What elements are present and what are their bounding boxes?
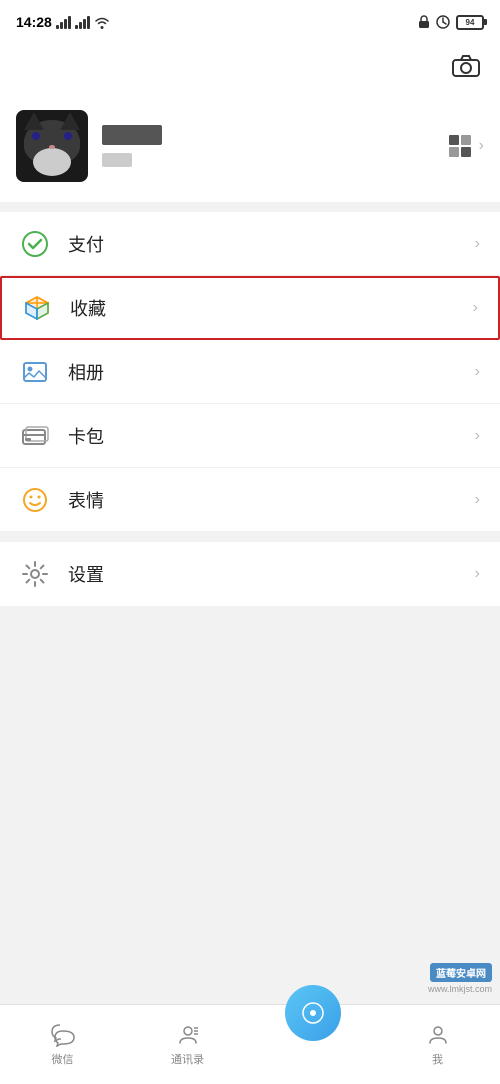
emoji-icon bbox=[20, 485, 50, 515]
lock-icon bbox=[418, 15, 430, 29]
settings-chevron: › bbox=[475, 565, 480, 583]
status-time: 14:28 bbox=[16, 14, 110, 30]
contacts-label: 通讯录 bbox=[171, 1051, 204, 1067]
favorites-label: 收藏 bbox=[70, 295, 106, 321]
menu-list: 支付 › 收藏 › bbox=[0, 212, 500, 606]
favorites-chevron: › bbox=[473, 299, 478, 317]
me-label: 我 bbox=[432, 1051, 443, 1067]
profile-area[interactable]: › bbox=[0, 94, 500, 202]
profile-chevron: › bbox=[479, 137, 484, 155]
battery-icon: 94 bbox=[456, 15, 484, 30]
nav-item-me[interactable]: 我 bbox=[375, 1005, 500, 1084]
watermark-url: www.lmkjst.com bbox=[428, 984, 492, 994]
chat-icon bbox=[50, 1023, 76, 1047]
wechat-label: 微信 bbox=[52, 1051, 74, 1067]
menu-item-cards-left: 卡包 bbox=[20, 421, 104, 451]
menu-item-cards[interactable]: 卡包 › bbox=[0, 404, 500, 468]
me-icon bbox=[426, 1023, 450, 1047]
camera-area bbox=[0, 44, 500, 94]
profile-left bbox=[16, 110, 162, 182]
menu-item-emoji-left: 表情 bbox=[20, 485, 104, 515]
emoji-chevron: › bbox=[475, 491, 480, 509]
watermark-logo: 蓝莓安卓网 bbox=[430, 963, 492, 982]
menu-item-emoji[interactable]: 表情 › bbox=[0, 468, 500, 532]
cards-chevron: › bbox=[475, 427, 480, 445]
favorites-icon bbox=[22, 293, 52, 323]
emoji-label: 表情 bbox=[68, 487, 104, 513]
profile-info bbox=[102, 125, 162, 167]
menu-item-album-left: 相册 bbox=[20, 357, 104, 387]
nav-item-contacts[interactable]: 通讯录 bbox=[125, 1005, 250, 1084]
nav-item-wechat[interactable]: 微信 bbox=[0, 1005, 125, 1084]
signal-icon bbox=[56, 15, 71, 29]
pay-icon bbox=[20, 229, 50, 259]
album-icon bbox=[20, 357, 50, 387]
divider-1 bbox=[0, 202, 500, 212]
settings-icon bbox=[20, 559, 50, 589]
pay-chevron: › bbox=[475, 235, 480, 253]
discover-icon bbox=[298, 998, 328, 1028]
bottom-nav: 微信 通讯录 我 bbox=[0, 1004, 500, 1084]
discover-circle bbox=[285, 985, 341, 1041]
menu-item-settings-left: 设置 bbox=[20, 559, 104, 589]
menu-item-album[interactable]: 相册 › bbox=[0, 340, 500, 404]
camera-icon[interactable] bbox=[452, 54, 480, 85]
watermark: 蓝莓安卓网 www.lmkjst.com bbox=[428, 963, 492, 994]
clock-icon bbox=[436, 15, 450, 29]
pay-label: 支付 bbox=[68, 231, 104, 257]
camera-svg bbox=[452, 54, 480, 78]
divider-2 bbox=[0, 532, 500, 542]
menu-item-pay[interactable]: 支付 › bbox=[0, 212, 500, 276]
menu-item-settings[interactable]: 设置 › bbox=[0, 542, 500, 606]
cards-icon bbox=[20, 421, 50, 451]
gray-area bbox=[0, 606, 500, 926]
time-display: 14:28 bbox=[16, 14, 52, 30]
menu-item-favorites-left: 收藏 bbox=[22, 293, 106, 323]
status-bar: 14:28 bbox=[0, 0, 500, 44]
signal-icon-2 bbox=[75, 15, 90, 29]
status-right: 94 bbox=[418, 15, 484, 30]
profile-name bbox=[102, 125, 162, 145]
profile-id bbox=[102, 153, 132, 167]
menu-item-favorites[interactable]: 收藏 › bbox=[0, 276, 500, 340]
profile-right[interactable]: › bbox=[449, 135, 484, 157]
menu-item-pay-left: 支付 bbox=[20, 229, 104, 259]
cards-label: 卡包 bbox=[68, 423, 104, 449]
settings-label: 设置 bbox=[68, 561, 104, 587]
album-label: 相册 bbox=[68, 359, 104, 385]
contacts-icon bbox=[176, 1023, 200, 1047]
wifi-icon bbox=[94, 15, 110, 29]
nav-item-discover[interactable] bbox=[250, 1005, 375, 1084]
album-chevron: › bbox=[475, 363, 480, 381]
avatar bbox=[16, 110, 88, 182]
qr-icon[interactable] bbox=[449, 135, 471, 157]
